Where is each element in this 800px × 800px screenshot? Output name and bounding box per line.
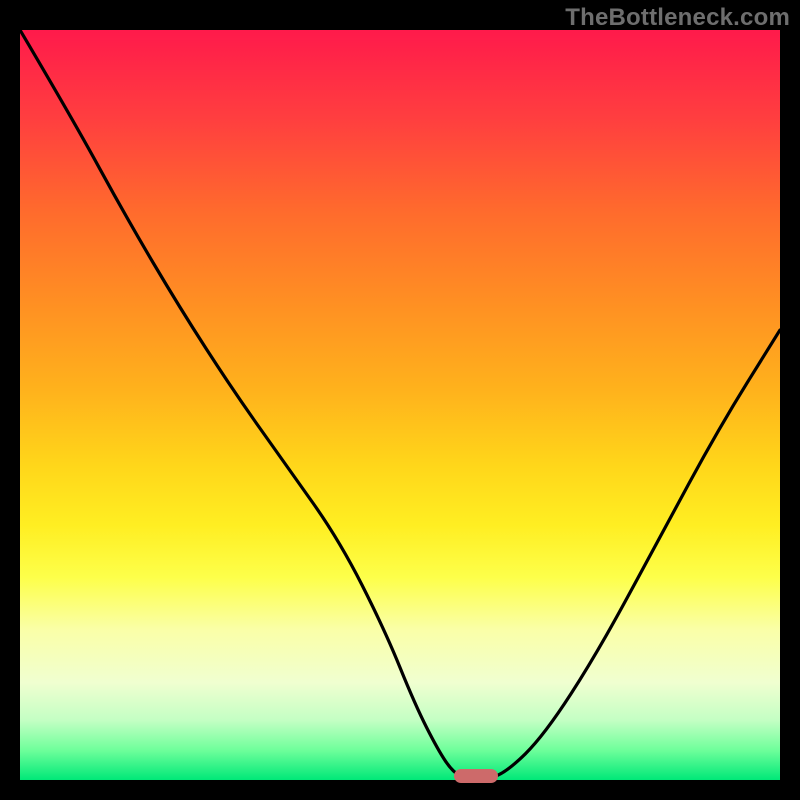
chart-frame: TheBottleneck.com <box>0 0 800 800</box>
bottleneck-curve <box>20 30 780 780</box>
watermark-text: TheBottleneck.com <box>565 4 790 32</box>
curve-path <box>20 30 780 780</box>
bottleneck-marker <box>454 769 498 783</box>
